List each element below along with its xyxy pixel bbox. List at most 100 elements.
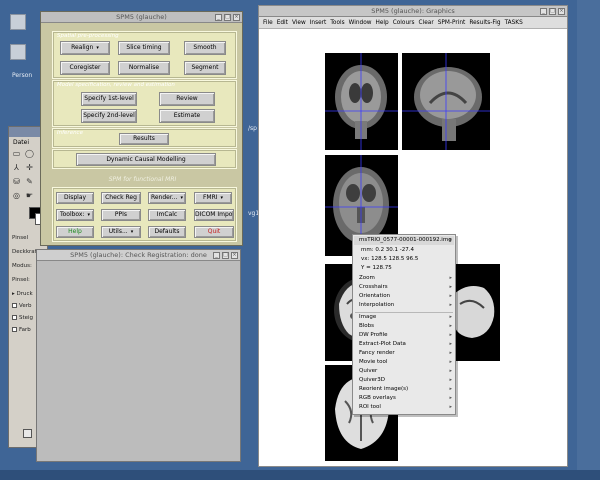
ppis-button[interactable]: PPIs [101, 209, 141, 221]
check-reg-button[interactable]: Check Reg [101, 192, 141, 204]
menu-item-zoom[interactable]: Zoom [359, 275, 375, 281]
menu-item-crosshairs[interactable]: Crosshairs [359, 284, 388, 290]
submenu-arrow-icon: ▸ [449, 395, 452, 401]
dodge-tool-icon[interactable]: ◎ [12, 191, 21, 200]
sagittal-view-1[interactable] [402, 53, 490, 150]
maximize-icon[interactable]: □ [549, 8, 556, 15]
menu-tasks[interactable]: TASKS [505, 20, 527, 26]
checkbox-label: Farb [19, 327, 31, 333]
menu-file[interactable]: File [263, 20, 277, 26]
menu-view[interactable]: View [292, 20, 310, 26]
fmri-select[interactable]: FMRI ▾ [194, 192, 232, 204]
help-button[interactable]: Help [56, 226, 94, 238]
menu-colours[interactable]: Colours [393, 20, 419, 26]
brush-tool-icon[interactable]: ✎ [25, 177, 34, 186]
menu-spm-print[interactable]: SPM-Print [438, 20, 470, 26]
display-button[interactable]: Display [56, 192, 94, 204]
menu-item-quiver[interactable]: Quiver [359, 368, 377, 374]
maximize-icon[interactable]: □ [222, 252, 229, 259]
gimp-brush2-label: Pinsel: [12, 277, 30, 283]
gimp-checkbox-option[interactable]: Steig [12, 315, 33, 321]
minimize-icon[interactable]: _ [213, 252, 220, 259]
menu-item-movie-tool[interactable]: Movie tool [359, 359, 387, 365]
rect-select-icon[interactable]: ▭ [12, 149, 21, 158]
window-titlebar[interactable]: SPM5 (glauche) _ □ × [41, 12, 242, 23]
slice-timing-button[interactable]: Slice timing [118, 41, 170, 55]
checkbox-label: Verb [19, 303, 32, 309]
menu-item-interpolation[interactable]: Interpolation [359, 302, 394, 308]
image-context-menu: msTRIO_0577-00001-000192.img ▸ mm: 0.2 3… [352, 234, 456, 415]
sagittal-view-2[interactable] [454, 264, 500, 361]
toolbox-select[interactable]: Toolbox: ▾ [56, 209, 94, 221]
desktop-icon[interactable] [10, 14, 26, 30]
render-button[interactable]: Render... ▾ [148, 192, 186, 204]
close-icon[interactable]: × [558, 8, 565, 15]
minimize-icon[interactable]: _ [215, 14, 222, 21]
desktop-taskbar [0, 470, 600, 480]
submenu-arrow-icon: ▸ [449, 237, 452, 243]
bucket-fill-icon[interactable]: ⛁ [12, 177, 21, 186]
close-icon[interactable]: × [231, 252, 238, 259]
dropdown-arrow-icon: ▾ [96, 45, 99, 51]
checkbox[interactable] [12, 327, 17, 332]
window-titlebar[interactable]: SPM5 (glauche): Check Registration: done… [37, 250, 240, 261]
gimp-menu-file[interactable]: Datei [13, 139, 29, 146]
dcm-button[interactable]: Dynamic Causal Modelling [76, 153, 216, 166]
menu-item-blobs[interactable]: Blobs [359, 323, 374, 329]
realign-button[interactable]: Realign ▾ [60, 41, 110, 55]
utils-button[interactable]: Utils... ▾ [101, 226, 141, 238]
menu-results-fig[interactable]: Results-Fig [469, 20, 504, 26]
menu-clear[interactable]: Clear [419, 20, 438, 26]
close-icon[interactable]: × [233, 14, 240, 21]
window-title: SPM5 (glauche): Graphics [371, 7, 455, 15]
smudge-tool-icon[interactable]: ☛ [25, 191, 34, 200]
menu-item-quiver3d[interactable]: Quiver3D [359, 377, 385, 383]
specify-1st-level-button[interactable]: Specify 1st-level [81, 92, 137, 106]
submenu-arrow-icon: ▸ [449, 404, 452, 410]
menu-separator [355, 312, 453, 313]
menu-edit[interactable]: Edit [277, 20, 292, 26]
submenu-arrow-icon: ▸ [449, 293, 452, 299]
checkbox[interactable] [12, 303, 17, 308]
menu-item-image[interactable]: Image [359, 314, 376, 320]
menu-tools[interactable]: Tools [330, 20, 348, 26]
minimize-icon[interactable]: _ [540, 8, 547, 15]
coregister-button[interactable]: Coregister [60, 61, 110, 75]
gimp-checkbox-option[interactable]: Verb [12, 303, 31, 309]
menu-window[interactable]: Window [349, 20, 376, 26]
gimp-pressure-option[interactable]: ▸ Druck [12, 291, 33, 297]
menu-insert[interactable]: Insert [310, 20, 331, 26]
review-button[interactable]: Review [159, 92, 215, 106]
quit-button[interactable]: Quit [194, 226, 234, 238]
menu-item-rgb-overlays[interactable]: RGB overlays [359, 395, 396, 401]
menu-item-extract-plot-data[interactable]: Extract-Plot Data [359, 341, 406, 347]
desktop-icon[interactable] [10, 44, 26, 60]
image-filename: msTRIO_0577-00001-000192.img [359, 237, 452, 243]
submenu-arrow-icon: ▸ [449, 359, 452, 365]
normalise-button[interactable]: Normalise [118, 61, 170, 75]
window-titlebar[interactable]: SPM5 (glauche): Graphics _ □ × [259, 6, 567, 17]
menu-item-fancy-render[interactable]: Fancy render [359, 350, 395, 356]
menu-item-dw-profile[interactable]: DW Profile [359, 332, 388, 338]
menu-item-orientation[interactable]: Orientation [359, 293, 390, 299]
menu-help[interactable]: Help [375, 20, 392, 26]
ellipse-select-icon[interactable]: ◯ [25, 149, 34, 158]
defaults-button[interactable]: Defaults [148, 226, 186, 238]
menu-item-roi-tool[interactable]: ROI tool [359, 404, 381, 410]
segment-button[interactable]: Segment [184, 61, 226, 75]
menu-item-reorient-images[interactable]: Reorient image(s) [359, 386, 408, 392]
checkbox[interactable] [12, 315, 17, 320]
dicom-import-button[interactable]: DICOM Import [194, 209, 234, 221]
smooth-button[interactable]: Smooth [184, 41, 226, 55]
path-tool-icon[interactable]: ⅄ [12, 163, 21, 172]
maximize-icon[interactable]: □ [224, 14, 231, 21]
coronal-view-1[interactable] [325, 53, 398, 150]
submenu-arrow-icon: ▸ [449, 314, 452, 320]
estimate-button[interactable]: Estimate [159, 109, 215, 123]
gimp-checkbox-option[interactable]: Farb [12, 327, 31, 333]
specify-2nd-level-button[interactable]: Specify 2nd-level [81, 109, 137, 123]
move-tool-icon[interactable]: ✛ [25, 163, 34, 172]
results-button[interactable]: Results [119, 133, 169, 145]
gimp-reset-icon[interactable] [23, 429, 32, 438]
imcalc-button[interactable]: ImCalc [148, 209, 186, 221]
